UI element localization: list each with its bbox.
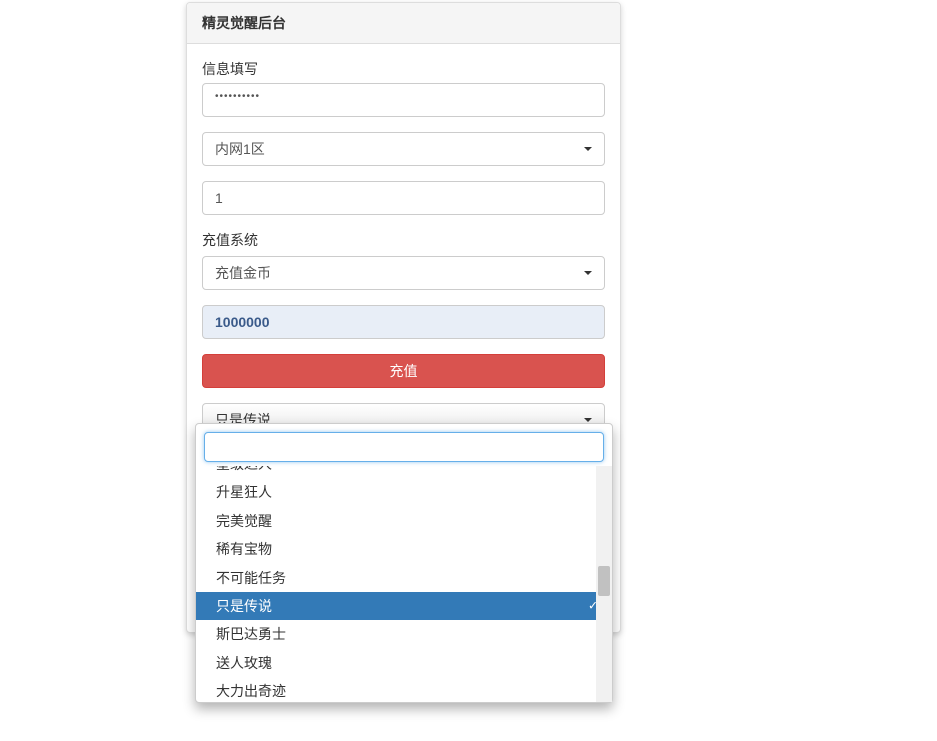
achievement-option[interactable]: 大力出奇迹 bbox=[196, 677, 612, 702]
caret-down-icon bbox=[584, 147, 592, 151]
caret-down-icon bbox=[584, 271, 592, 275]
scrollbar-thumb[interactable] bbox=[598, 566, 610, 596]
achievement-option[interactable]: 只是传说✓ bbox=[196, 592, 612, 620]
achievement-option[interactable]: 送人玫瑰 bbox=[196, 649, 612, 677]
panel-title: 精灵觉醒后台 bbox=[187, 3, 620, 44]
server-select[interactable]: 内网1区 bbox=[202, 132, 605, 166]
caret-down-icon bbox=[584, 418, 592, 422]
achievement-option[interactable]: 完美觉醒 bbox=[196, 507, 612, 535]
recharge-type-select[interactable]: 充值金币 bbox=[202, 256, 605, 290]
quantity-input[interactable] bbox=[202, 181, 605, 215]
recharge-button[interactable]: 充值 bbox=[202, 354, 605, 388]
achievement-option-list: 星级达人升星狂人完美觉醒稀有宝物不可能任务只是传说✓斯巴达勇士送人玫瑰大力出奇迹… bbox=[196, 466, 612, 702]
info-section-label: 信息填写 bbox=[202, 59, 605, 79]
achievement-option[interactable]: 不可能任务 bbox=[196, 564, 612, 592]
achievement-option[interactable]: 斯巴达勇士 bbox=[196, 620, 612, 648]
recharge-type-value: 充值金币 bbox=[215, 265, 271, 281]
recharge-amount-input[interactable] bbox=[202, 305, 605, 339]
achievement-option[interactable]: 升星狂人 bbox=[196, 478, 612, 506]
achievement-option[interactable]: 星级达人 bbox=[196, 466, 612, 478]
password-field[interactable]: •••••••••• bbox=[202, 83, 605, 117]
scrollbar-track[interactable] bbox=[596, 466, 612, 702]
achievement-option-list-wrap: 星级达人升星狂人完美觉醒稀有宝物不可能任务只是传说✓斯巴达勇士送人玫瑰大力出奇迹… bbox=[196, 466, 612, 702]
achievement-option[interactable]: 稀有宝物 bbox=[196, 535, 612, 563]
recharge-section-label: 充值系统 bbox=[202, 230, 605, 250]
server-select-value: 内网1区 bbox=[215, 141, 265, 157]
achievement-search-input[interactable] bbox=[204, 432, 604, 462]
achievement-dropdown-menu: 星级达人升星狂人完美觉醒稀有宝物不可能任务只是传说✓斯巴达勇士送人玫瑰大力出奇迹… bbox=[195, 423, 613, 703]
